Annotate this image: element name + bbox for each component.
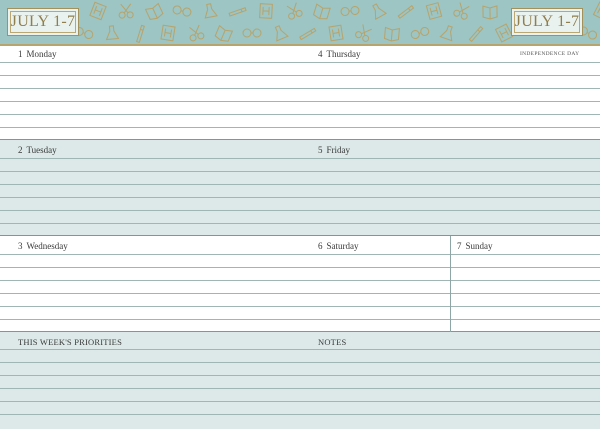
writing-line	[0, 254, 600, 255]
day-label-thursday: 4 Thursday	[318, 49, 361, 59]
book-icon	[482, 5, 498, 20]
week-range-label-right: JULY 1-7	[511, 8, 583, 36]
day-label-tuesday: 2 Tuesday	[18, 145, 57, 155]
flask-icon	[105, 25, 120, 41]
letter-h-icon	[259, 3, 273, 19]
glasses-icon	[340, 5, 360, 17]
glasses-icon	[172, 5, 192, 17]
letter-h-icon	[592, 1, 600, 21]
letter-h-icon	[89, 1, 107, 21]
day-name: Friday	[326, 145, 351, 155]
day-name: Sunday	[465, 241, 493, 251]
writing-line	[0, 101, 600, 102]
book-icon	[214, 24, 234, 42]
holiday-note: INDEPENDENCE DAY	[520, 51, 580, 57]
pencil-icon	[228, 7, 247, 17]
flask-icon	[372, 3, 388, 20]
writing-line	[0, 171, 600, 172]
week-range-label-left: JULY 1-7	[7, 8, 79, 36]
flask-icon	[204, 3, 218, 19]
row-monday-thursday	[0, 46, 600, 140]
writing-line	[0, 414, 600, 415]
day-number: 1	[18, 49, 23, 59]
saturday-sunday-divider	[450, 236, 451, 332]
row-wed-sat-sun	[0, 236, 600, 332]
scissors-icon	[286, 2, 303, 20]
writing-line	[0, 75, 600, 76]
letter-h-icon	[494, 23, 514, 43]
pencil-icon	[468, 25, 484, 43]
writing-line	[0, 235, 600, 236]
day-number: 3	[18, 241, 23, 251]
scissors-icon	[118, 3, 134, 19]
day-number: 5	[318, 145, 323, 155]
writing-line	[0, 210, 600, 211]
pencil-icon	[397, 5, 415, 19]
writing-line	[0, 293, 600, 294]
writing-line	[0, 331, 600, 332]
day-label-sunday: 7 Sunday	[457, 241, 493, 251]
glasses-icon	[242, 28, 262, 38]
scissors-icon	[355, 24, 372, 42]
glasses-icon	[410, 26, 430, 40]
day-label-monday: 1 Monday	[18, 49, 57, 59]
writing-line	[0, 388, 600, 389]
letter-h-icon	[328, 24, 344, 42]
scissors-icon	[189, 24, 205, 42]
letter-h-icon	[160, 24, 176, 42]
writing-line	[0, 184, 600, 185]
pencil-icon	[136, 24, 145, 44]
day-number: 7	[457, 241, 462, 251]
writing-line	[0, 375, 600, 376]
writing-line	[0, 139, 600, 140]
day-label-wednesday: 3 Wednesday	[18, 241, 68, 251]
writing-line	[0, 267, 600, 268]
writing-line	[0, 127, 600, 128]
day-number: 6	[318, 241, 323, 251]
day-label-friday: 5 Friday	[318, 145, 350, 155]
writing-line	[0, 114, 600, 115]
day-name: Thursday	[326, 49, 361, 59]
day-name: Tuesday	[26, 145, 57, 155]
writing-line	[0, 280, 600, 281]
header-banner: JULY 1-7 JULY 1-7	[0, 0, 600, 44]
writing-line	[0, 88, 600, 89]
writing-line	[0, 349, 600, 350]
day-number: 4	[318, 49, 323, 59]
priorities-heading: THIS WEEK'S PRIORITIES	[18, 337, 122, 347]
pencil-icon	[299, 27, 317, 41]
school-icon-pattern	[74, 1, 600, 44]
book-icon	[383, 26, 400, 42]
writing-line	[0, 362, 600, 363]
book-icon	[312, 3, 331, 20]
flask-icon	[439, 25, 453, 42]
book-icon	[144, 2, 164, 20]
day-name: Saturday	[326, 241, 359, 251]
row-tuesday-friday	[0, 140, 600, 236]
writing-line	[0, 401, 600, 402]
writing-line	[0, 306, 600, 307]
day-name: Monday	[26, 49, 57, 59]
scissors-icon	[453, 2, 470, 20]
day-name: Wednesday	[26, 241, 68, 251]
letter-h-icon	[425, 2, 443, 20]
writing-line	[0, 62, 600, 63]
writing-line	[0, 197, 600, 198]
writing-line	[0, 158, 600, 159]
day-number: 2	[18, 145, 23, 155]
writing-line	[0, 223, 600, 224]
writing-line	[0, 319, 600, 320]
notes-heading: NOTES	[318, 337, 347, 347]
day-label-saturday: 6 Saturday	[318, 241, 359, 251]
flask-icon	[274, 25, 289, 42]
